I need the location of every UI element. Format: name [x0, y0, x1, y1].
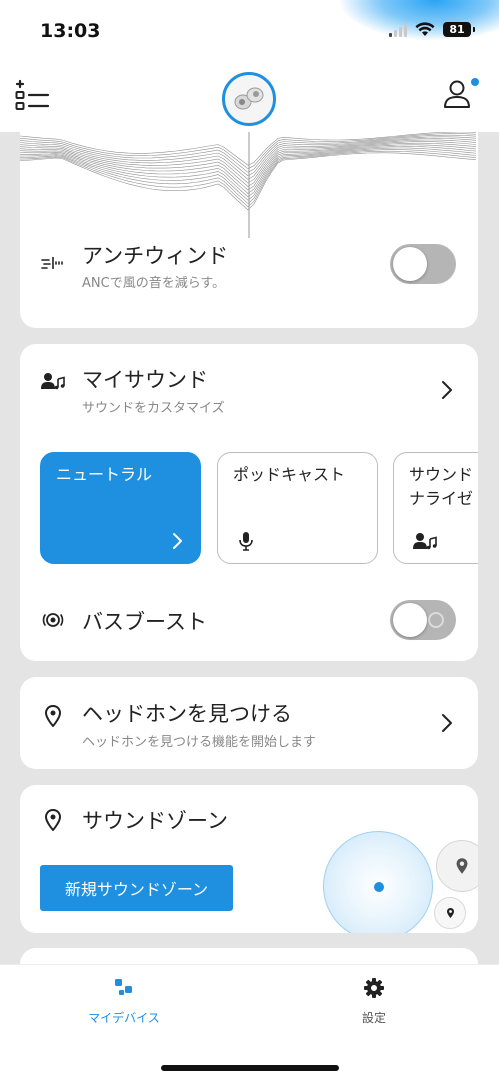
chevron-right-icon: [442, 381, 452, 399]
app-screen: 13:03 81 アンチウィンド ANCで風の音を減らす。 マイサウンド サウン…: [0, 0, 499, 1080]
eq-wave-line: [20, 146, 477, 198]
bass-boost-toggle[interactable]: [390, 600, 456, 640]
wind-icon: [40, 250, 66, 276]
status-icons: 81: [389, 22, 475, 37]
speaker-vibration-icon: [40, 607, 66, 633]
anti-wind-subtitle: ANCで風の音を減らす。: [82, 276, 226, 291]
chevron-right-icon: [442, 714, 452, 732]
toggle-off-indicator: [428, 612, 444, 628]
tab-label: 設定: [361, 1011, 386, 1025]
my-sound-subtitle: サウンドをカスタマイズ: [82, 401, 225, 416]
find-headphones-title: ヘッドホンを見つける: [82, 702, 292, 726]
my-sound-card: マイサウンド サウンドをカスタマイズ ニュートラル ポッドキャスト サウンド ナ…: [20, 344, 478, 661]
bottom-navigation: マイデバイス 設定: [0, 964, 499, 1080]
preset-podcast[interactable]: ポッドキャスト: [217, 452, 378, 564]
new-sound-zone-button[interactable]: 新規サウンドゾーン: [40, 865, 233, 911]
device-image[interactable]: [222, 72, 276, 126]
eq-wave-line: [20, 149, 477, 204]
location-pin-icon: [456, 858, 468, 874]
location-pin-icon: [40, 703, 66, 729]
eq-wave-line: [20, 147, 477, 201]
devices-icon: [115, 979, 132, 995]
eq-wave-line: [20, 150, 477, 208]
preset-sound-personalizer[interactable]: サウンド ナライゼ: [393, 452, 478, 564]
person-music-icon: [413, 533, 437, 550]
tab-my-devices[interactable]: マイデバイス: [64, 977, 184, 1026]
cellular-signal-icon: [389, 23, 407, 37]
eq-wave-line: [20, 152, 477, 211]
preset-label: サウンド ナライゼ: [409, 465, 474, 508]
find-headphones-subtitle: ヘッドホンを見つける機能を開始します: [82, 735, 317, 750]
find-headphones-card[interactable]: ヘッドホンを見つける ヘッドホンを見つける機能を開始します: [20, 677, 478, 769]
app-header: [0, 62, 499, 132]
status-time: 13:03: [40, 20, 101, 42]
tab-settings[interactable]: 設定: [314, 977, 434, 1026]
earbuds-image: [234, 87, 264, 110]
preset-neutral[interactable]: ニュートラル: [40, 452, 201, 564]
notification-dot: [471, 78, 479, 86]
person-music-icon: [40, 368, 66, 394]
sound-zone-title: サウンドゾーン: [82, 809, 228, 833]
zone-pin-button[interactable]: [436, 840, 478, 892]
list-settings-icon: [15, 79, 50, 110]
bass-boost-title: バスブースト: [82, 610, 207, 634]
bass-boost-row: バスブースト: [20, 598, 478, 642]
tab-label: マイデバイス: [88, 1011, 160, 1025]
chevron-right-icon: [173, 533, 182, 549]
anti-wind-title: アンチウィンド: [82, 244, 229, 268]
preset-label: ニュートラル: [56, 465, 153, 484]
anti-wind-toggle[interactable]: [390, 244, 456, 284]
status-bar: 13:03 81: [0, 0, 499, 62]
location-pin-icon: [40, 807, 66, 833]
eq-waveform: [20, 130, 477, 238]
zone-pin-button-small[interactable]: [434, 897, 466, 929]
current-location-dot: [374, 882, 384, 892]
microphone-icon: [239, 532, 253, 551]
my-sound-title: マイサウンド: [82, 368, 208, 392]
sound-zone-card: サウンドゾーン 新規サウンドゾーン: [20, 785, 478, 933]
zone-map-circle[interactable]: [323, 831, 433, 933]
battery-indicator: 81: [443, 22, 475, 37]
profile-button[interactable]: [441, 76, 479, 112]
home-indicator: [161, 1065, 339, 1071]
wifi-icon: [415, 22, 435, 36]
eq-card: アンチウィンド ANCで風の音を減らす。: [20, 110, 478, 328]
preset-label: ポッドキャスト: [233, 465, 346, 484]
menu-button[interactable]: [14, 78, 50, 114]
my-sound-row[interactable]: マイサウンド サウンドをカスタマイズ: [20, 364, 478, 424]
sound-presets: ニュートラル ポッドキャスト サウンド ナライゼ: [40, 452, 478, 564]
gear-icon: [364, 978, 384, 998]
location-pin-icon: [446, 908, 454, 918]
anti-wind-row: アンチウィンド ANCで風の音を減らす。: [20, 238, 478, 298]
